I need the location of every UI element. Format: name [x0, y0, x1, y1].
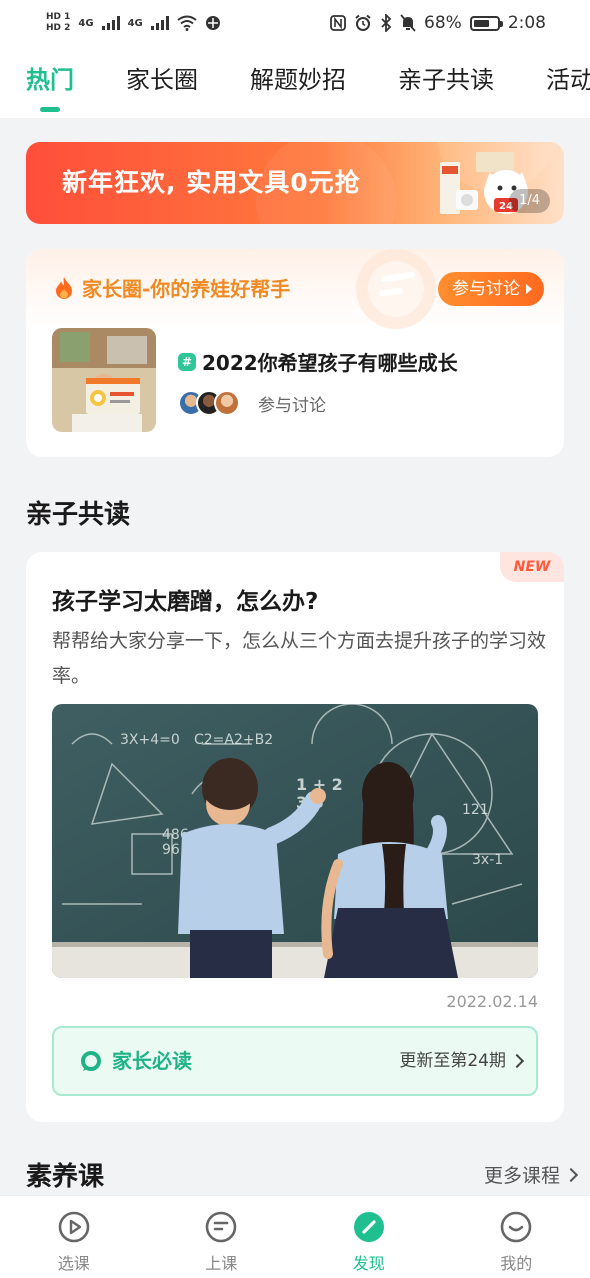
article-title: 孩子学习太磨蹭，怎么办?: [52, 589, 319, 615]
must-read-label: 家长必读: [80, 1028, 192, 1094]
bottom-navigation: 选课 上课 发现 我的: [0, 1195, 590, 1278]
nav-item-select-course[interactable]: 选课: [0, 1196, 148, 1278]
discover-icon: [353, 1212, 384, 1242]
tab-hot[interactable]: 热门: [26, 46, 74, 118]
sim-labels: HD 1 HD 2: [46, 12, 70, 34]
wifi-icon: [177, 15, 197, 31]
network-1-label: 4G: [78, 17, 94, 29]
status-left: HD 1 HD 2 4G 4G: [46, 12, 221, 34]
banner-page-indicator: 1/4: [509, 189, 550, 213]
nav-item-profile[interactable]: 我的: [443, 1196, 590, 1278]
participant-avatars: [178, 390, 240, 416]
nav-label-profile: 我的: [500, 1254, 533, 1273]
nav-item-discover[interactable]: 发现: [295, 1196, 443, 1278]
battery-icon: [469, 15, 503, 31]
nfc-icon: [330, 15, 346, 31]
svg-text:121: 121: [462, 802, 489, 818]
more-courses-link[interactable]: 更多课程: [484, 1161, 560, 1188]
svg-text:3X+4=0: 3X+4=0: [120, 732, 180, 748]
sim-2-label: HD 2: [46, 23, 71, 33]
status-right: 68% 2:08: [330, 13, 546, 33]
nav-label-select-course: 选课: [57, 1254, 90, 1273]
svg-text:96: 96: [162, 842, 180, 858]
bluetooth-icon: [381, 14, 392, 32]
tab-parent-circle[interactable]: 家长圈: [126, 46, 198, 118]
clock-time: 2:08: [507, 13, 546, 33]
parent-circle-title-text: 家长圈-你的养娃好帮手: [82, 277, 291, 301]
join-discussion-button[interactable]: 参与讨论: [438, 272, 544, 306]
sim-1-label: HD 1: [46, 12, 71, 22]
alarm-icon: [355, 14, 371, 31]
category-tabs: 热门 家长圈 解题妙招 亲子共读 活动: [0, 46, 590, 118]
status-bar: HD 1 HD 2 4G 4G 68% 2:08: [0, 0, 590, 46]
topic-thumbnail-image: [52, 328, 156, 432]
tab-problem-tips[interactable]: 解题妙招: [250, 46, 346, 118]
nav-item-attend-class[interactable]: 上课: [148, 1196, 296, 1278]
must-read-bar[interactable]: 家长必读 更新至第24期: [52, 1026, 538, 1096]
article-description: 帮帮给大家分享一下，怎么从三个方面去提升孩子的学习效率。: [52, 630, 547, 687]
hashtag-icon: #: [178, 352, 196, 371]
must-read-update[interactable]: 更新至第24期: [399, 1028, 506, 1094]
article-date: 2022.02.14: [446, 992, 538, 1011]
section-title-literacy-course: 素养课: [26, 1162, 105, 1192]
banner-text: 新年狂欢, 实用文具0元抢: [62, 168, 361, 197]
signal-1-icon: [101, 16, 120, 30]
article-cover-image: 3X+4=0 C2=A2+B2 1 + 2 3 5 486 96 121 3x-…: [52, 704, 538, 978]
data-saver-icon: [205, 16, 220, 30]
section-title-shared-reading: 亲子共读: [26, 500, 131, 530]
tab-shared-reading[interactable]: 亲子共读: [398, 46, 494, 118]
new-badge: NEW: [500, 552, 564, 582]
lesson-icon: [205, 1211, 237, 1243]
play-icon: [58, 1211, 90, 1243]
network-2-label: 4G: [127, 17, 143, 29]
svg-text:3x-1: 3x-1: [472, 852, 503, 868]
must-read-label-text: 家长必读: [112, 1049, 192, 1073]
parent-circle-title: 家长圈-你的养娃好帮手: [54, 273, 290, 302]
avatar: [214, 390, 240, 416]
svg-text:C2=A2+B2: C2=A2+B2: [194, 732, 273, 748]
article-card[interactable]: NEW 孩子学习太磨蹭，怎么办? 帮帮给大家分享一下，怎么从三个方面去提升孩子的…: [26, 552, 564, 1122]
tab-activities[interactable]: 活动: [546, 46, 590, 118]
parent-circle-card[interactable]: 家长圈-你的养娃好帮手 参与讨论 # 2022你希望孩子有哪些成长 参与讨论: [26, 249, 564, 457]
mute-icon: [400, 14, 416, 32]
chat-bubble-icon: [81, 1051, 101, 1071]
topic-join-text[interactable]: 参与讨论: [258, 391, 326, 416]
topic-title[interactable]: # 2022你希望孩子有哪些成长: [178, 347, 458, 376]
profile-icon: [500, 1211, 532, 1243]
promo-banner[interactable]: 新年狂欢, 实用文具0元抢 24 1/4: [26, 142, 564, 224]
nav-label-attend-class: 上课: [205, 1254, 238, 1273]
topic-title-text: 2022你希望孩子有哪些成长: [202, 351, 458, 375]
signal-2-icon: [150, 16, 169, 30]
battery-percent: 68%: [424, 13, 462, 33]
flame-icon: [56, 276, 72, 299]
nav-label-discover: 发现: [352, 1254, 385, 1273]
